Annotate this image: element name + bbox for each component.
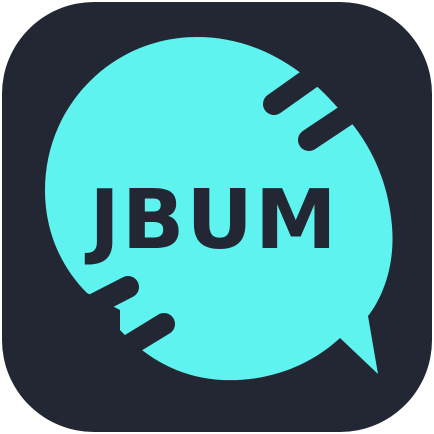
app-icon-graphic: JBUM	[2, 2, 432, 432]
app-wordmark: JBUM	[84, 173, 338, 268]
app-icon: JBUM	[0, 0, 434, 434]
